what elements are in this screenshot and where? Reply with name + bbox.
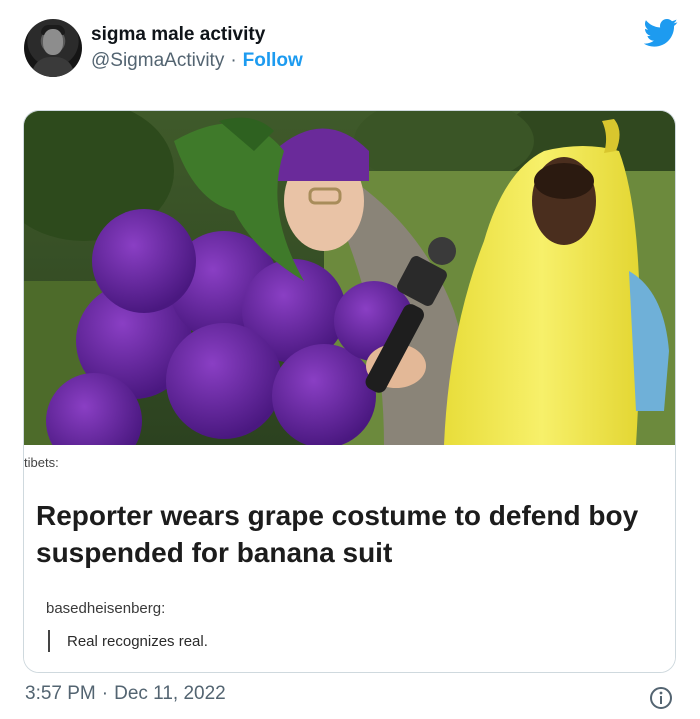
avatar[interactable]	[24, 19, 82, 77]
meme-text-area: tibets: Reporter wears grape costume to …	[24, 445, 675, 672]
info-circle-icon[interactable]	[649, 686, 673, 710]
meme-reply-username: basedheisenberg:	[46, 600, 166, 617]
author-handle-row: @SigmaActivity · Follow	[91, 50, 303, 72]
tweet-date[interactable]: Dec 11, 2022	[114, 683, 226, 704]
tweet-card: sigma male activity @SigmaActivity · Follo…	[0, 0, 700, 719]
timestamp-separator: ·	[101, 683, 109, 704]
author-name[interactable]: sigma male activity	[91, 24, 265, 46]
meme-headline: Reporter wears grape costume to defend b…	[36, 500, 639, 568]
tweet-timestamp[interactable]: 3:57 PM · Dec 11, 2022	[25, 683, 226, 705]
meme-photo[interactable]	[24, 111, 676, 445]
media-card[interactable]: tibets: Reporter wears grape costume to …	[23, 110, 676, 673]
meme-username-top: tibets:	[24, 455, 59, 470]
tweet-time[interactable]: 3:57 PM	[25, 683, 96, 704]
twitter-bird-icon[interactable]	[644, 18, 678, 48]
author-handle[interactable]: @SigmaActivity	[91, 50, 224, 71]
follow-button[interactable]: Follow	[243, 50, 303, 71]
handle-separator: ·	[230, 50, 237, 71]
quote-bar	[48, 630, 50, 652]
meme-reply-text: Real recognizes real.	[67, 633, 208, 650]
